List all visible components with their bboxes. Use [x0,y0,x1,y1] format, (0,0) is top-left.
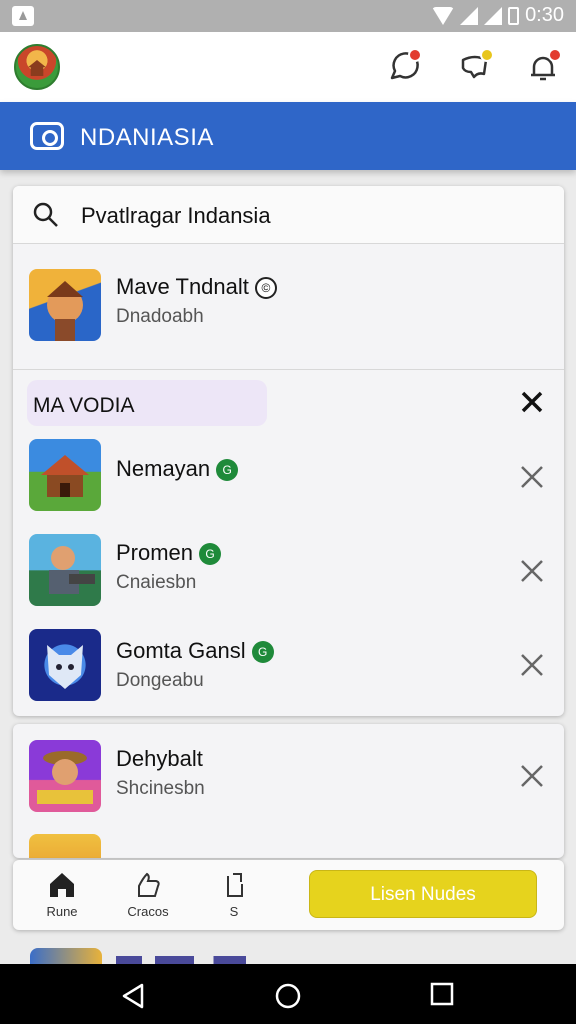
announcement-badge [480,48,494,62]
primary-action-button[interactable]: Lisen Nudes [309,870,537,918]
item-thumbnail [29,534,101,606]
camera-icon [30,122,64,150]
list-item[interactable]: Gomta Gansl G Dongeabu [13,621,564,711]
remove-item-icon[interactable] [518,463,546,491]
signal-icon-2 [484,6,503,25]
partial-title [116,956,246,964]
nav-categories[interactable]: Cracos [113,870,183,919]
item-thumbnail-partial [29,834,101,858]
announcement-icon[interactable] [458,48,494,84]
search-input[interactable]: Pvatlragar Indansia [81,203,271,229]
item-subtitle: Cnaiesbn [116,572,197,593]
bell-icon[interactable] [526,48,562,84]
banner-title: NDANIASIA [80,124,214,151]
system-navigation-bar [0,964,576,1024]
app-bar [0,32,576,102]
bottom-action-bar: Rune Cracos S Lisen Nudes [13,860,564,930]
featured-thumbnail [29,269,101,341]
results-card: Pvatlragar Indansia Mave Tndnalt © Dnadoa… [13,186,564,716]
notification-icon [12,6,34,26]
featured-subtitle: Dnadoabh [116,306,204,327]
secondary-card: Dehybalt Shcinesbn [13,724,564,858]
item-title: Dehybalt [116,746,203,771]
search-bar[interactable]: Pvatlragar Indansia [13,186,564,244]
item-subtitle: Shcinesbn [116,778,205,799]
list-item[interactable]: Dehybalt Shcinesbn [13,732,564,822]
list-item[interactable]: Promen G Cnaiesbn [13,526,564,616]
remove-item-icon[interactable] [518,762,546,790]
search-icon [33,202,58,227]
nav-share[interactable]: S [199,870,269,919]
chat-badge [408,48,422,62]
item-subtitle: Dongeabu [116,670,204,691]
header-banner: NDANIASIA [0,102,576,170]
hand-icon [138,872,160,897]
divider [13,369,564,370]
battery-icon [508,6,520,25]
item-thumbnail [29,629,101,701]
bell-badge [548,48,562,62]
share-icon [227,873,243,897]
item-title: Nemayan G [116,456,239,482]
remove-item-icon[interactable] [518,651,546,679]
item-thumbnail [29,740,101,812]
app-logo-icon[interactable] [14,44,60,90]
back-icon[interactable] [120,982,146,1010]
status-icons: 0:30 [432,4,564,27]
featured-badge: © [254,277,277,299]
section-title: MA VODIA [33,394,135,417]
partial-thumbnail [30,948,102,964]
status-bar: 0:30 [0,0,576,32]
item-title: Gomta Gansl G [116,638,274,664]
nav-label: Rune [46,904,78,919]
home-circle-icon[interactable] [274,982,302,1010]
chat-icon[interactable] [386,48,422,84]
remove-item-icon[interactable] [518,557,546,585]
item-title: Promen G [116,540,222,566]
item-thumbnail [29,439,101,511]
nav-label: Cracos [127,904,169,919]
home-icon [50,873,74,897]
featured-title: Mave Tndnalt © [116,274,277,300]
wifi-icon [432,6,455,25]
featured-item[interactable]: Mave Tndnalt © Dnadoabh [13,256,564,346]
verified-badge-icon: G [199,543,222,565]
close-section-icon[interactable] [520,390,544,414]
recents-icon[interactable] [430,982,454,1006]
list-item[interactable]: Nemayan G [13,431,564,521]
verified-badge-icon: G [251,641,274,663]
nav-home[interactable]: Rune [27,870,97,919]
verified-badge-icon: G [216,459,239,481]
nav-label: S [229,904,239,919]
signal-icon [460,6,479,25]
status-time: 0:30 [525,4,564,26]
